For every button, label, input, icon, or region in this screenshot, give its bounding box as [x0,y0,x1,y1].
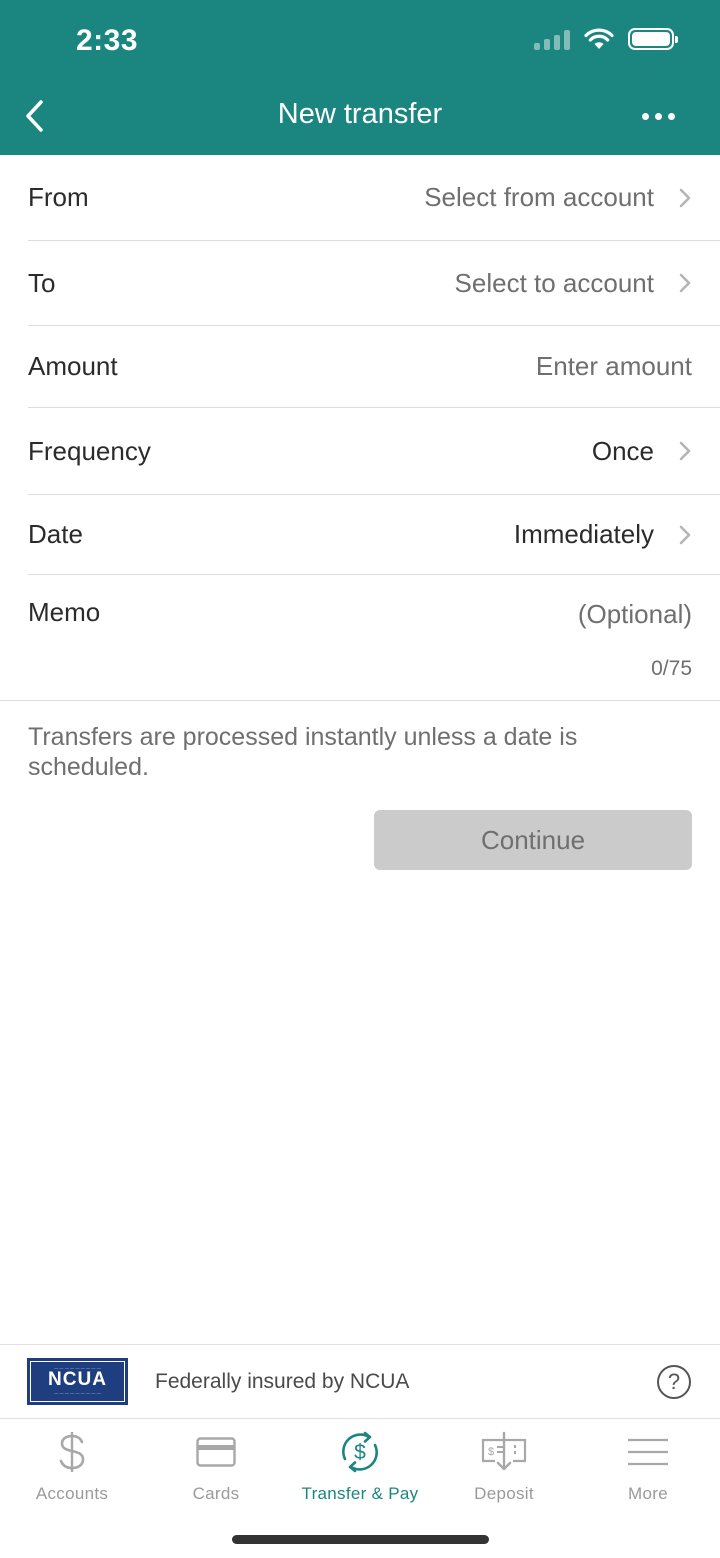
tab-more[interactable]: More [576,1420,720,1520]
help-button[interactable]: ? [657,1365,691,1399]
app-header: 2:33 New transfer [0,0,720,155]
amount-input[interactable]: Enter amount [536,351,692,382]
tab-bar: Accounts Cards $ Transfer & Pay $ Deposi… [0,1420,720,1520]
transfer-form: From Select from account To Select to ac… [0,155,720,701]
dollar-icon [57,1428,87,1476]
tab-transfer-pay[interactable]: $ Transfer & Pay [288,1420,432,1520]
ncua-logo-fineprint-bottom: — — — — — — — — — [54,1390,101,1395]
frequency-value-group: Once [592,436,692,467]
to-account-value: Select to account [454,267,654,298]
check-deposit-icon: $ [481,1428,527,1476]
chevron-right-icon [679,441,691,461]
amount-label: Amount [28,351,118,381]
tab-deposit[interactable]: $ Deposit [432,1420,576,1520]
tab-transfer-pay-label: Transfer & Pay [301,1484,419,1503]
memo-label: Memo [28,597,101,627]
ncua-logo-text: NCUA [48,1369,107,1390]
date-label: Date [28,519,83,549]
page-title: New transfer [277,98,443,130]
more-options-button[interactable] [632,100,684,132]
home-indicator [232,1535,489,1544]
memo-character-counter: 0/75 [651,657,692,680]
to-label: To [28,267,56,298]
tab-more-label: More [628,1484,668,1503]
from-account-row[interactable]: From Select from account [28,155,720,241]
date-value-group: Immediately [514,519,692,550]
chevron-right-icon [679,188,691,207]
to-account-row[interactable]: To Select to account [28,241,720,326]
ncua-footer: — — — — — — — — — NCUA — — — — — — — — —… [0,1344,720,1419]
tab-cards[interactable]: Cards [144,1420,288,1520]
ncua-logo: — — — — — — — — — NCUA — — — — — — — — — [27,1358,128,1405]
frequency-value: Once [591,435,654,466]
transfer-info-text: Transfers are processed instantly unless… [28,723,578,781]
date-row[interactable]: Date Immediately [28,495,720,575]
to-value-group: Select to account [455,268,692,299]
cellular-signal-icon [534,28,570,50]
ncua-insured-text: Federally insured by NCUA [155,1370,410,1393]
memo-input[interactable] [312,599,692,630]
from-account-value: Select from account [424,182,654,212]
status-time: 2:33 [76,24,139,57]
svg-text:$: $ [488,1446,494,1458]
frequency-label: Frequency [28,435,151,466]
from-value-group: Select from account [424,182,692,213]
from-label: From [28,182,89,212]
card-icon [196,1428,236,1476]
tab-cards-label: Cards [192,1484,240,1503]
dot [641,112,649,120]
battery-icon [628,28,678,50]
dot [667,112,675,120]
question-mark-icon: ? [667,1369,681,1394]
memo-row: Memo 0/75 [0,575,720,701]
tab-deposit-label: Deposit [474,1484,534,1503]
tab-accounts-label: Accounts [35,1484,109,1503]
chevron-right-icon [679,273,691,293]
dot [654,112,662,120]
wifi-icon [584,28,614,49]
transfer-pay-icon: $ [337,1428,383,1476]
frequency-row[interactable]: Frequency Once [28,408,720,495]
continue-button[interactable]: Continue [374,810,692,870]
date-value: Immediately [513,519,654,549]
amount-row[interactable]: Amount Enter amount [28,326,720,408]
status-icons [534,28,678,50]
svg-text:$: $ [354,1441,366,1464]
tab-accounts[interactable]: Accounts [0,1420,144,1520]
chevron-right-icon [679,525,691,544]
menu-icon [627,1428,669,1476]
